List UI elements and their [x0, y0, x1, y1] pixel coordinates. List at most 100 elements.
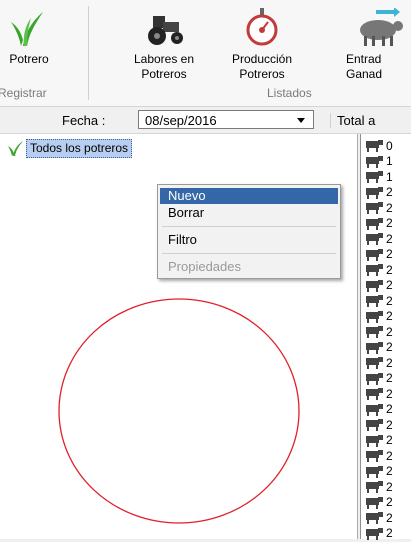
list-item[interactable]: 1 [364, 154, 393, 170]
list-item[interactable]: 2 [364, 526, 393, 542]
list-item[interactable]: 2 [364, 185, 393, 201]
list-item[interactable]: 2 [364, 200, 393, 216]
cow-icon [366, 527, 383, 540]
list-item-label: 2 [386, 278, 393, 293]
menu-separator [162, 253, 336, 254]
potrero-drawing-circle[interactable] [58, 298, 304, 528]
list-item-label: 2 [386, 510, 393, 525]
cow-icon [366, 434, 383, 447]
ribbon-button-entrada-ganado[interactable]: Entrad Ganad [346, 8, 406, 82]
cow-icon [366, 496, 383, 509]
list-item-label: 2 [386, 417, 393, 432]
list-item[interactable]: 2 [364, 448, 393, 464]
list-item[interactable]: 2 [364, 433, 393, 449]
fecha-date-picker[interactable]: 08/sep/2016 [138, 110, 314, 129]
cow-icon [366, 140, 383, 153]
list-item[interactable]: 2 [364, 293, 393, 309]
list-item-label: 2 [386, 479, 393, 494]
tractor-icon [148, 16, 183, 45]
ribbon-button-label: Labores en [133, 52, 195, 66]
fecha-value: 08/sep/2016 [145, 113, 217, 128]
list-item-label: 2 [386, 340, 393, 355]
cow-icon [366, 450, 383, 463]
menu-item-borrar[interactable]: Borrar [160, 205, 338, 221]
filter-toolbar: Fecha : 08/sep/2016 Total a [0, 107, 411, 134]
cow-icon [366, 388, 383, 401]
list-item-label: 2 [386, 185, 393, 200]
cow-icon [366, 186, 383, 199]
cow-icon [366, 372, 383, 385]
animal-list[interactable]: 01122222222222222222222222 [360, 134, 411, 542]
list-item-label: 2 [386, 231, 393, 246]
list-item-label: 2 [386, 371, 393, 386]
list-item[interactable]: 2 [364, 464, 393, 480]
group-label-listados: Listados [267, 86, 312, 100]
list-item-label: 2 [386, 355, 393, 370]
list-item[interactable]: 2 [364, 355, 393, 371]
list-item[interactable]: 2 [364, 402, 393, 418]
tree-item-todos-los-potreros[interactable]: Todos los potreros [26, 139, 133, 158]
cow-icon [366, 481, 383, 494]
list-item[interactable]: 2 [364, 510, 393, 526]
cow-icon [366, 341, 383, 354]
chevron-down-icon[interactable] [297, 118, 305, 123]
ribbon-button-label: Entrad [346, 52, 382, 66]
fecha-label: Fecha : [62, 113, 106, 128]
list-item-label: 2 [386, 433, 393, 448]
cow-icon [366, 403, 383, 416]
cow-icon [366, 233, 383, 246]
list-item[interactable]: 0 [364, 138, 393, 154]
cow-icon [366, 465, 383, 478]
list-item-label: 0 [386, 138, 393, 153]
cow-icon [366, 171, 383, 184]
list-item[interactable]: 2 [364, 324, 393, 340]
list-item[interactable]: 1 [364, 169, 393, 185]
list-item-label: 1 [386, 154, 393, 169]
cow-icon [366, 202, 383, 215]
list-item[interactable]: 2 [364, 231, 393, 247]
list-item-label: 2 [386, 262, 393, 277]
list-item-label: 2 [386, 386, 393, 401]
group-separator [88, 6, 89, 100]
list-item[interactable]: 2 [364, 495, 393, 511]
ribbon-button-potrero[interactable]: Potrero [4, 8, 54, 71]
cow-icon [366, 512, 383, 525]
menu-item-nuevo[interactable]: Nuevo [160, 188, 338, 204]
sheep-icon [360, 8, 403, 46]
context-menu: Nuevo Borrar Filtro Propiedades [157, 184, 341, 279]
list-item-label: 2 [386, 293, 393, 308]
cow-icon [366, 264, 383, 277]
menu-item-propiedades: Propiedades [168, 259, 241, 274]
list-item[interactable]: 2 [364, 247, 393, 263]
cow-icon [366, 357, 383, 370]
ribbon-toolbar: Potrero Registrar Labores en Potreros Pr… [0, 0, 411, 107]
list-item[interactable]: 2 [364, 386, 393, 402]
list-item-label: 2 [386, 402, 393, 417]
list-item-label: 2 [386, 247, 393, 262]
ribbon-button-produccion-potreros[interactable]: Producción Potreros [216, 8, 308, 82]
total-label: Total a [330, 113, 375, 128]
list-item[interactable]: 2 [364, 479, 393, 495]
list-item[interactable]: 2 [364, 278, 393, 294]
menu-item-filtro[interactable]: Filtro [160, 232, 338, 248]
list-item[interactable]: 2 [364, 262, 393, 278]
scale-icon [246, 8, 278, 46]
cow-icon [366, 326, 383, 339]
cow-icon [366, 217, 383, 230]
cow-icon [366, 419, 383, 432]
cow-icon [366, 279, 383, 292]
list-item[interactable]: 2 [364, 216, 393, 232]
cow-icon [366, 155, 383, 168]
list-item-label: 1 [386, 169, 393, 184]
ribbon-button-label: Potrero [9, 52, 49, 66]
cow-icon [366, 248, 383, 261]
grass-icon [11, 12, 43, 46]
list-item[interactable]: 2 [364, 340, 393, 356]
cow-icon [366, 295, 383, 308]
list-item-label: 2 [386, 495, 393, 510]
list-item[interactable]: 2 [364, 371, 393, 387]
list-item[interactable]: 2 [364, 417, 393, 433]
list-item[interactable]: 2 [364, 309, 393, 325]
ribbon-button-labores-en-potreros[interactable]: Labores en Potreros [118, 8, 210, 82]
list-item-label: 2 [386, 309, 393, 324]
